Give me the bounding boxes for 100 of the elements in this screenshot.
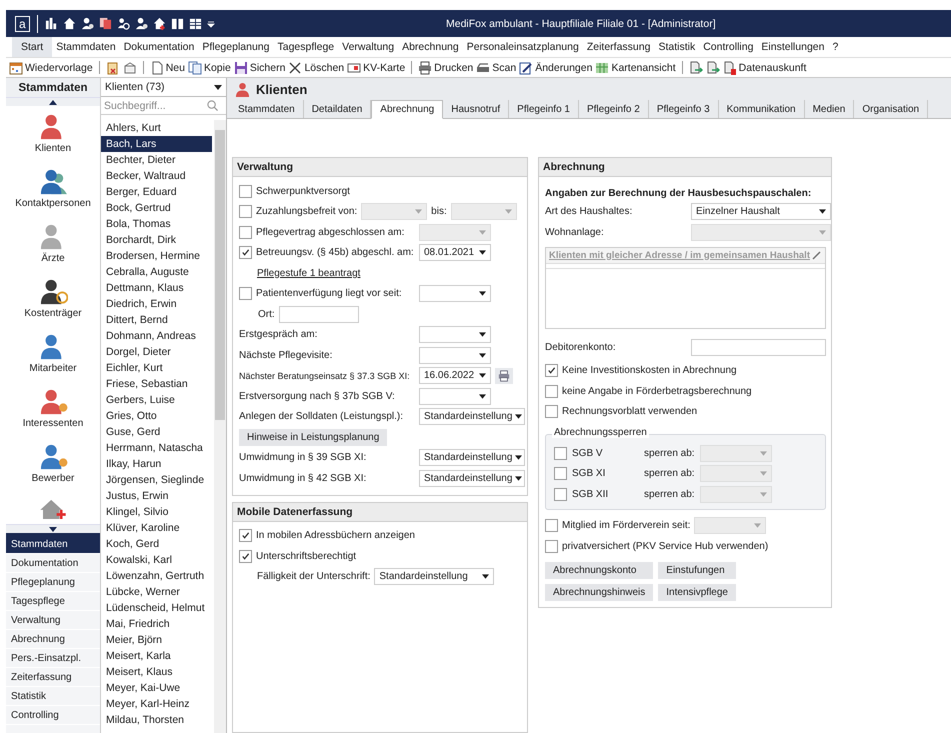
tab[interactable]: Abrechnung <box>371 100 444 119</box>
module-item[interactable]: Abrechnung <box>6 630 100 649</box>
client-list-item[interactable]: Friese, Sebastian <box>101 376 212 392</box>
menu-item[interactable]: Pflegeplanung <box>198 37 274 57</box>
tab[interactable]: Organisation <box>854 100 928 118</box>
client-list-item[interactable]: Ilkay, Harun <box>101 456 212 472</box>
pencil-icon[interactable] <box>812 250 822 260</box>
action-button[interactable]: Abrechnungshinweis <box>545 584 654 600</box>
module-item[interactable]: Pflegeplanung <box>6 573 100 592</box>
checkbox[interactable] <box>545 384 558 398</box>
scroll-up-icon[interactable] <box>49 100 57 104</box>
module-item[interactable]: Statistik <box>6 687 100 706</box>
menu-item[interactable]: Verwaltung <box>338 37 398 57</box>
text-field[interactable] <box>691 339 826 356</box>
menu-item[interactable]: Controlling <box>699 37 758 57</box>
checkbox[interactable] <box>545 540 558 553</box>
client-list-item[interactable]: Meyer, Karl-Heinz <box>101 696 212 712</box>
module-item[interactable]: Zeiterfassung <box>6 668 100 687</box>
scrollbar[interactable] <box>214 120 226 733</box>
client-list-item[interactable]: Kowalski, Karl <box>101 552 212 568</box>
menu-item[interactable]: Start <box>12 37 52 57</box>
menu-item[interactable]: Personaleinsatzplanung <box>462 37 583 57</box>
checkbox[interactable] <box>545 519 558 532</box>
menu-item[interactable]: Zeiterfassung <box>582 37 654 57</box>
bar-chart-icon[interactable] <box>44 17 58 30</box>
dropdown[interactable] <box>419 285 491 302</box>
checkbox[interactable] <box>545 405 558 418</box>
toolbar-button[interactable] <box>706 60 720 74</box>
tab[interactable]: Medien <box>804 100 854 118</box>
dropdown[interactable] <box>419 326 491 344</box>
module-item[interactable]: Stammdaten <box>6 535 100 554</box>
hint-button[interactable]: Hinweise in Leistungsplanung <box>239 428 388 446</box>
toolbar-button[interactable] <box>106 60 120 74</box>
client-list-item[interactable]: Löwenzahn, Gertruth <box>101 568 212 584</box>
person-icon[interactable] <box>80 17 94 30</box>
dropdown[interactable]: Standardeinstellung <box>419 408 525 426</box>
client-list-item[interactable]: Meyer, Kai-Uwe <box>101 680 212 696</box>
client-list-item[interactable]: Dohmann, Andreas <box>101 328 212 344</box>
print-button[interactable] <box>495 368 513 384</box>
caret-icon[interactable] <box>206 20 215 28</box>
checkbox[interactable] <box>239 529 252 542</box>
tab[interactable]: Kommunikation <box>718 100 805 118</box>
menu-item[interactable]: Tagespflege <box>274 37 338 57</box>
client-list-item[interactable]: Bock, Gertrud <box>101 200 212 216</box>
toolbar-button[interactable]: Kopie <box>188 60 231 74</box>
toolbar-button[interactable] <box>122 60 137 74</box>
document-stack-icon[interactable] <box>98 17 112 30</box>
toolbar-button[interactable]: Scan <box>476 60 516 74</box>
sidebar-item[interactable]: Klienten <box>34 112 72 167</box>
client-list-item[interactable]: Gries, Otto <box>101 408 212 424</box>
client-list-item[interactable]: Dorgel, Dieter <box>101 344 212 360</box>
checkbox[interactable] <box>239 287 252 300</box>
menu-item[interactable]: Einstellungen <box>757 37 828 57</box>
search-icon[interactable] <box>207 100 218 111</box>
sidebar-item[interactable]: Ärzte <box>38 222 68 277</box>
home-plus-icon[interactable] <box>152 17 166 30</box>
client-list-item[interactable]: Koch, Gerd <box>101 536 212 552</box>
menu-item[interactable]: Dokumentation <box>120 37 198 57</box>
client-list-item[interactable]: Herrmann, Natascha <box>101 440 212 456</box>
dropdown[interactable]: Einzelner Haushalt <box>691 203 831 220</box>
client-list-item[interactable]: Bach, Lars <box>101 136 212 152</box>
menu-item[interactable]: Abrechnung <box>398 37 463 57</box>
client-list-item[interactable]: Klüver, Karoline <box>101 520 212 536</box>
action-button[interactable]: Abrechnungskonto <box>545 562 654 578</box>
client-list-item[interactable]: Lübcke, Werner <box>101 584 212 600</box>
checkbox[interactable] <box>239 550 252 563</box>
client-list-item[interactable]: Meisert, Klaus <box>101 664 212 680</box>
client-list-item[interactable]: Brodersen, Hermine <box>101 248 212 264</box>
checkbox[interactable] <box>554 488 567 501</box>
toolbar-button[interactable]: Datenauskunft <box>722 60 806 74</box>
client-list-item[interactable]: Lüdenscheid, Helmut <box>101 600 212 616</box>
checkbox[interactable] <box>239 246 252 260</box>
client-list-item[interactable]: Guse, Gerd <box>101 424 212 440</box>
dropdown[interactable]: Standardeinstellung <box>419 470 525 487</box>
client-list-item[interactable]: Meisert, Karla <box>101 648 212 664</box>
tab[interactable]: Pflegeinfo 2 <box>578 100 649 118</box>
tab[interactable]: Pflegeinfo 3 <box>648 100 719 118</box>
checkbox[interactable] <box>554 446 567 460</box>
sidebar-item[interactable]: Bewerber <box>32 442 74 497</box>
checkbox[interactable] <box>239 184 252 198</box>
columns-icon[interactable] <box>170 17 184 30</box>
client-list-item[interactable]: Becker, Waltraud <box>101 168 212 184</box>
app-logo[interactable]: a <box>15 16 30 32</box>
action-button[interactable]: Einstufungen <box>658 562 736 578</box>
sidebar-item[interactable]: Kostenträger <box>24 277 82 332</box>
dropdown[interactable]: 08.01.2021 <box>419 244 491 262</box>
tab[interactable]: Pflegeinfo 1 <box>509 100 579 118</box>
client-list-item[interactable]: Berger, Eduard <box>101 184 212 200</box>
tab[interactable]: Stammdaten <box>230 100 304 118</box>
toolbar-button[interactable]: Kartenansicht <box>595 60 676 74</box>
toolbar-button[interactable]: KV-Karte <box>347 60 406 74</box>
client-list-item[interactable]: Dettmann, Klaus <box>101 280 212 296</box>
menu-item[interactable]: Stammdaten <box>52 37 120 57</box>
home-icon[interactable] <box>62 17 76 30</box>
checkbox[interactable] <box>239 226 252 239</box>
toolbar-button[interactable]: Änderungen <box>519 60 592 74</box>
toolbar-button[interactable]: Drucken <box>418 60 474 74</box>
module-item[interactable]: Controlling <box>6 706 100 725</box>
client-list-item[interactable]: Meier, Björn <box>101 632 212 648</box>
menu-item[interactable]: ? <box>828 37 842 57</box>
